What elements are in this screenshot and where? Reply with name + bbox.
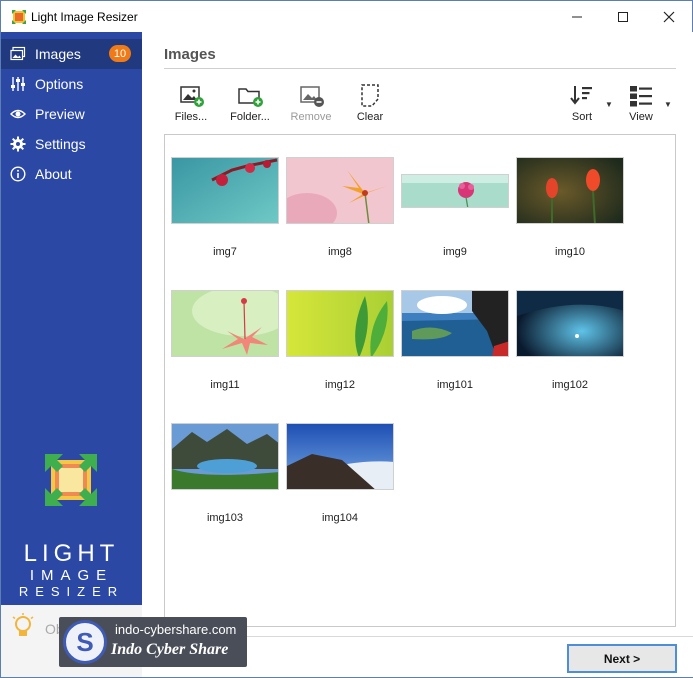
gear-icon [10,136,26,152]
view-list-icon [630,86,652,107]
add-folder-icon [238,88,263,107]
sidebar-item-about[interactable]: About [1,159,142,189]
thumbnail-image [516,290,624,357]
watermark-url: indo-cybershare.com [115,622,237,637]
add-image-icon [180,86,204,107]
sidebar: Images 10 Options Preview Settings About… [1,32,142,677]
thumbnail-image [171,290,279,357]
title-divider [164,68,676,69]
view-label: View [629,111,653,123]
images-icon [10,46,26,62]
clear-list-icon [361,84,379,107]
image-name: img9 [443,246,467,258]
maximize-icon [618,11,628,22]
brand-line-2: IMAGE [29,567,114,584]
sidebar-item-options[interactable]: Options [1,69,142,99]
app-window: Light Image Resizer Images 10 Options Pr… [0,0,693,678]
sidebar-item-label: About [35,166,72,182]
info-icon [10,166,26,182]
maximize-button[interactable] [600,1,646,32]
sidebar-item-preview[interactable]: Preview [1,99,142,129]
app-icon [12,10,26,24]
watermark: S indo-cybershare.com Indo Cyber Share [59,617,247,667]
image-name: img11 [210,379,240,391]
view-dropdown-chevron-icon[interactable]: ▼ [664,100,672,109]
clear-button[interactable]: Clear [350,82,390,126]
thumbnail-image [171,423,279,490]
minimize-icon [572,16,582,17]
window-title: Light Image Resizer [31,10,138,24]
sort-dropdown-chevron-icon[interactable]: ▼ [605,100,613,109]
sidebar-item-label: Images [35,46,81,62]
thumbnail-image [286,157,394,224]
thumbnail-image [286,423,394,490]
add-folder-button[interactable]: Folder... [228,82,272,126]
watermark-name: Indo Cyber Share [111,641,229,658]
thumbnail-image [516,157,624,224]
sidebar-item-settings[interactable]: Settings [1,129,142,159]
image-name: img12 [325,379,355,391]
image-name: img7 [213,246,237,258]
remove-button[interactable]: Remove [289,82,333,126]
view-button[interactable]: View [621,82,661,126]
image-name: img102 [551,379,589,391]
image-name: img8 [328,246,352,258]
page-title: Images [164,46,216,63]
sort-button[interactable]: Sort [562,82,602,126]
image-name: img104 [321,512,359,524]
add-files-button[interactable]: Files... [171,82,211,126]
watermark-logo: S [63,620,107,664]
thumbnail-image [401,290,509,357]
close-button[interactable] [646,1,692,32]
folder-label: Folder... [230,111,270,123]
remove-label: Remove [290,111,332,123]
image-name: img103 [206,512,244,524]
title-bar: Light Image Resizer [1,1,692,32]
brand-line-1: LIGHT [23,540,120,567]
sidebar-item-label: Options [35,76,84,92]
sidebar-item-images[interactable]: Images 10 [1,39,142,69]
thumbnail-image [286,290,394,357]
close-icon [663,11,675,22]
eye-icon [10,106,26,122]
next-button[interactable]: Next > [567,644,677,673]
minimize-button[interactable] [554,1,600,32]
sidebar-item-label: Settings [35,136,86,152]
thumbnail-image [171,157,279,224]
brand-line-3: RESIZER [18,584,125,599]
image-grid: img7 img8 img9 img10 img11 img12 img101 … [164,134,676,627]
image-count-badge: 10 [109,45,131,62]
main-panel: Images Files... Folder... Remove Clear S… [142,32,693,677]
sliders-icon [10,76,26,92]
light-image-resizer-logo-icon [45,454,97,506]
sidebar-item-label: Preview [35,106,85,122]
sort-label: Sort [571,111,593,123]
sort-icon [570,86,592,105]
lightbulb-icon [12,613,34,636]
image-name: img10 [555,246,585,258]
files-label: Files... [174,111,208,123]
thumbnail-image [401,174,509,208]
clear-label: Clear [356,111,384,123]
image-name: img101 [436,379,474,391]
remove-image-icon [300,86,324,107]
